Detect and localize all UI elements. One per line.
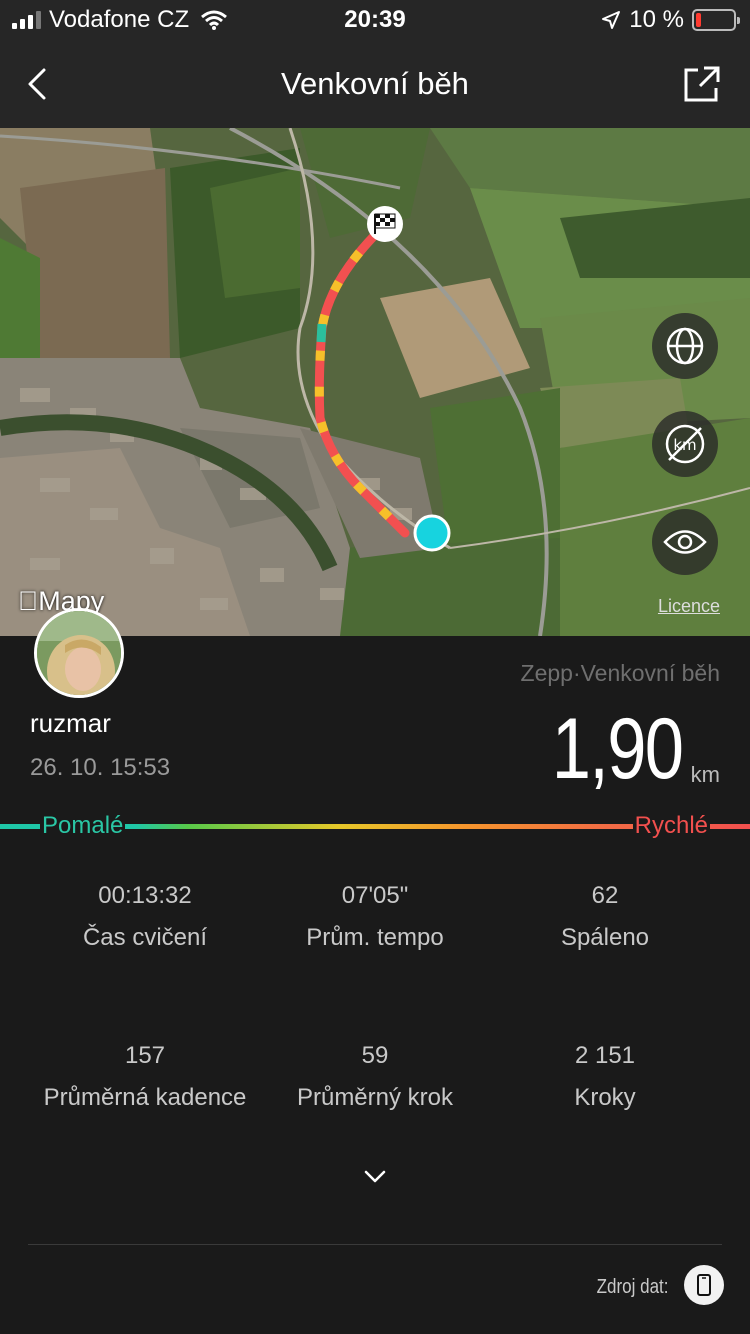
- username: ruzmar: [30, 708, 111, 738]
- avatar[interactable]: [34, 608, 124, 698]
- workout-source-label: Zepp·Venkovní běh: [520, 660, 720, 686]
- stat-value: 2 151: [574, 1042, 636, 1069]
- stat-value: 157: [124, 1042, 166, 1069]
- stat-label: Kroky: [574, 1084, 636, 1111]
- stat-calories: 62 Spáleno: [480, 882, 730, 952]
- stat-label: Průměrný krok: [296, 1084, 454, 1111]
- stat-steps: 2 151 Kroky: [480, 1042, 730, 1112]
- chevron-left-icon[interactable]: [20, 66, 56, 102]
- page-title: Venkovní běh: [281, 66, 469, 101]
- carrier-name: Vodafone CZ: [49, 6, 190, 33]
- wifi-icon: [201, 10, 228, 30]
- chevron-down-icon[interactable]: [360, 1166, 390, 1188]
- stat-exercise-time: 00:13:32 Čas cvičení: [20, 882, 270, 952]
- distance-display: 1,90 km: [523, 706, 720, 792]
- speed-label-fast: Rychlé: [632, 810, 710, 842]
- share-icon[interactable]: [682, 64, 722, 104]
- status-right: 10 %: [601, 6, 740, 34]
- route-map[interactable]: km Mapy Licence: [0, 128, 750, 636]
- apple-icon: : [18, 586, 38, 616]
- battery-percent: 10 %: [629, 6, 684, 33]
- location-arrow-icon: [602, 11, 621, 29]
- speed-label-slow: Pomalé: [40, 810, 126, 842]
- distance-value: 1,90: [551, 701, 684, 797]
- globe-map-button[interactable]: [652, 313, 718, 379]
- status-bar: Vodafone CZ 20:39 10 %: [0, 0, 750, 40]
- phone-icon: [697, 1274, 711, 1296]
- stat-label: Spáleno: [560, 924, 650, 951]
- data-source-label: Zdroj dat:: [596, 1276, 668, 1298]
- km-markers-toggle-button[interactable]: km: [652, 411, 718, 477]
- status-left: Vodafone CZ: [12, 6, 228, 34]
- signal-icon: [12, 11, 41, 29]
- data-source-device-button[interactable]: [684, 1265, 724, 1305]
- stat-average-cadence: 157 Průměrná kadence: [20, 1042, 270, 1112]
- battery-icon: [692, 9, 740, 31]
- user-photo: [37, 611, 121, 695]
- distance-unit: km: [690, 762, 720, 787]
- divider: [28, 1244, 722, 1245]
- stat-label: Čas cvičení: [82, 924, 208, 951]
- stat-label: Průměrná kadence: [43, 1084, 247, 1111]
- speed-legend: Pomalé Rychlé: [0, 810, 750, 844]
- stat-average-stride: 59 Průměrný krok: [250, 1042, 500, 1112]
- stat-value: 00:13:32: [98, 882, 192, 909]
- navigation-bar: Venkovní běh: [0, 40, 750, 128]
- eye-icon: [663, 530, 707, 554]
- stat-average-pace: 07'05" Prům. tempo: [250, 882, 500, 952]
- visibility-toggle-button[interactable]: [652, 509, 718, 575]
- stat-value: 59: [361, 1042, 389, 1069]
- stat-label: Prům. tempo: [306, 924, 444, 951]
- km-markers-off-icon: km: [665, 424, 705, 464]
- globe-icon: [666, 327, 704, 365]
- workout-date: 26. 10. 15:53: [30, 754, 171, 781]
- satellite-map-image: [0, 128, 750, 636]
- licence-link[interactable]: Licence: [658, 596, 720, 617]
- stat-value: 07'05": [341, 882, 409, 909]
- stat-value: 62: [591, 882, 619, 909]
